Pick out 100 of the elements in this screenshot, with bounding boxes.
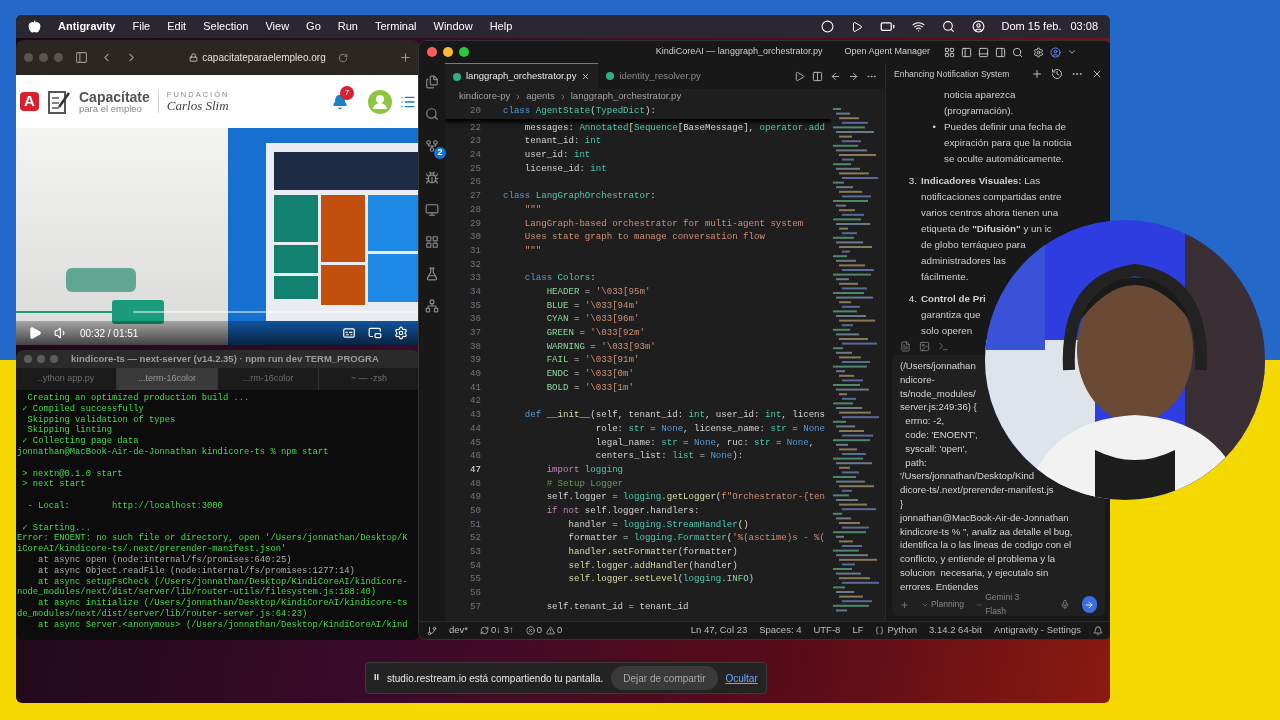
warning-count[interactable]: 0 <box>546 623 563 638</box>
user-icon[interactable] <box>971 20 985 33</box>
code-line: self.logger = logging.getLogger(f"Orchestrator-{ten <box>545 490 825 504</box>
play-icon[interactable] <box>850 20 863 33</box>
share-message: studio.restream.io está compartiendo tu pantalla. <box>387 671 604 686</box>
menu-date[interactable]: Dom 15 feb. <box>1001 18 1062 35</box>
editor-tab[interactable]: langgraph_orchestrator.py <box>445 63 599 89</box>
source-control-icon[interactable] <box>425 139 439 153</box>
settings-icon[interactable] <box>1033 46 1044 58</box>
run-icon[interactable] <box>794 70 805 82</box>
send-button[interactable] <box>1081 596 1097 614</box>
line-number: 49 <box>469 490 482 504</box>
source-control-badge: 2 <box>434 147 446 159</box>
add-icon[interactable] <box>900 599 909 610</box>
menu-item[interactable]: Edit <box>167 18 187 35</box>
menu-item[interactable]: Terminal <box>374 18 417 35</box>
line-ending-status[interactable]: LF <box>852 623 864 638</box>
menu-item[interactable]: View <box>265 18 290 35</box>
line-number: 33 <box>469 271 482 285</box>
menu-item[interactable]: Go <box>306 18 321 35</box>
encoding-status[interactable]: UTF-8 <box>813 623 841 638</box>
line-number: 43 <box>469 408 482 422</box>
cursor-position[interactable]: Ln 47, Col 23 <box>690 623 748 638</box>
breadcrumb-item[interactable]: langgraph_orchestrator.py <box>570 89 682 104</box>
message-text: expiración para que la noticia <box>944 136 1072 150</box>
forward-icon[interactable] <box>848 70 859 82</box>
breadcrumb-item[interactable]: kindicore-py <box>459 89 511 104</box>
settings-status[interactable]: Antigravity - Settings <box>993 623 1081 638</box>
branch-status[interactable]: dev* <box>449 623 468 638</box>
panel-toggle-icon[interactable] <box>978 46 989 58</box>
arrow-right-icon <box>1084 599 1095 610</box>
battery-icon[interactable] <box>879 19 895 34</box>
terminal-line: jonnathan@MacBook-Air-de-Jonnathan kindicore-ts % npm start <box>17 447 330 458</box>
remote-icon[interactable] <box>425 203 439 217</box>
wifi-icon[interactable] <box>911 20 925 33</box>
model-selector[interactable]: Gemini 3 Flash <box>976 590 1036 619</box>
menu-time[interactable]: 03:08 <box>1070 18 1098 35</box>
layout-icon[interactable] <box>944 46 955 58</box>
search-icon[interactable] <box>941 20 955 33</box>
new-tab-icon[interactable] <box>399 51 412 64</box>
line-number: 26 <box>469 175 482 190</box>
close-icon[interactable] <box>1091 68 1103 80</box>
mode-selector[interactable]: Planning <box>920 597 964 612</box>
file-icon[interactable] <box>900 340 911 352</box>
terminal-icon[interactable] <box>938 340 949 352</box>
line-number: 51 <box>469 517 482 532</box>
account-icon[interactable] <box>1050 46 1061 58</box>
captions-icon[interactable] <box>342 326 356 340</box>
extensions-icon[interactable] <box>425 235 439 249</box>
menu-app-name[interactable]: Antigravity <box>58 18 116 35</box>
split-editor-icon[interactable] <box>812 70 823 82</box>
notifications-icon[interactable] <box>1093 625 1103 636</box>
line-number: 34 <box>469 284 482 299</box>
language-status[interactable]: Python <box>875 623 918 638</box>
apple-icon[interactable] <box>28 20 41 33</box>
agent-manager-link[interactable]: Open Agent Manager <box>844 45 930 59</box>
files-icon[interactable] <box>425 75 439 89</box>
back-icon[interactable] <box>830 70 841 82</box>
bullet-marker: • <box>931 120 937 134</box>
history-icon[interactable] <box>1051 68 1063 80</box>
stop-sharing-button[interactable]: Dejar de compartir <box>611 666 718 690</box>
address-field[interactable]: capacitateparaelempleo.org <box>150 47 387 68</box>
secondary-sidebar-icon[interactable] <box>995 46 1006 58</box>
network-icon[interactable] <box>425 299 439 313</box>
terminal-tab[interactable]: ~ — -zsh <box>319 368 420 390</box>
reload-icon[interactable] <box>337 52 348 63</box>
sidebar-toggle-icon[interactable] <box>961 46 972 58</box>
close-tab-icon[interactable] <box>581 72 591 81</box>
remote-indicator-icon[interactable] <box>427 625 437 636</box>
caret-icon[interactable] <box>1067 47 1077 57</box>
terminal-line: at async initialize (/Users/jonnathan/Desktop/KindiCoreAI/kindicore-ts <box>37 598 409 609</box>
picture-in-picture-icon[interactable] <box>368 326 382 340</box>
line-number: 36 <box>469 312 482 326</box>
debug-icon[interactable] <box>425 171 439 185</box>
terminal-tab[interactable]: ...term-16color <box>117 368 218 390</box>
terminal-tab[interactable]: ...rm-16color <box>218 368 319 390</box>
menu-item[interactable]: Run <box>337 18 358 35</box>
plus-icon[interactable] <box>1031 68 1043 80</box>
message-text: fácilmente. <box>921 270 970 284</box>
sync-status[interactable]: 0↓ 3↑ <box>480 623 514 638</box>
bell-icon[interactable] <box>332 93 348 110</box>
microphone-icon[interactable] <box>1060 599 1070 611</box>
editor-tab[interactable]: identity_resolver.py <box>598 63 709 89</box>
circle-icon[interactable] <box>820 20 834 33</box>
hide-link[interactable]: Ocultar <box>725 670 758 686</box>
code-line: """ <box>523 243 542 258</box>
menu-item[interactable]: Help <box>489 18 513 35</box>
menu-item[interactable]: File <box>132 18 151 35</box>
breadcrumb-item[interactable]: agents <box>526 89 555 104</box>
menu-item[interactable]: Selection <box>203 18 249 35</box>
interpreter-status[interactable]: 3.14.2 64-bit <box>929 623 982 638</box>
menu-item[interactable]: Window <box>433 18 473 35</box>
flask-icon[interactable] <box>425 267 439 281</box>
error-count[interactable]: 0 <box>525 623 543 638</box>
indentation-status[interactable]: Spaces: 4 <box>759 623 802 638</box>
search-icon[interactable] <box>1012 46 1023 58</box>
image-icon[interactable] <box>919 340 930 352</box>
terminal-tab[interactable]: ..ython app.py <box>16 368 117 390</box>
sidebar-icon[interactable] <box>75 51 88 64</box>
play-icon[interactable] <box>28 326 42 340</box>
